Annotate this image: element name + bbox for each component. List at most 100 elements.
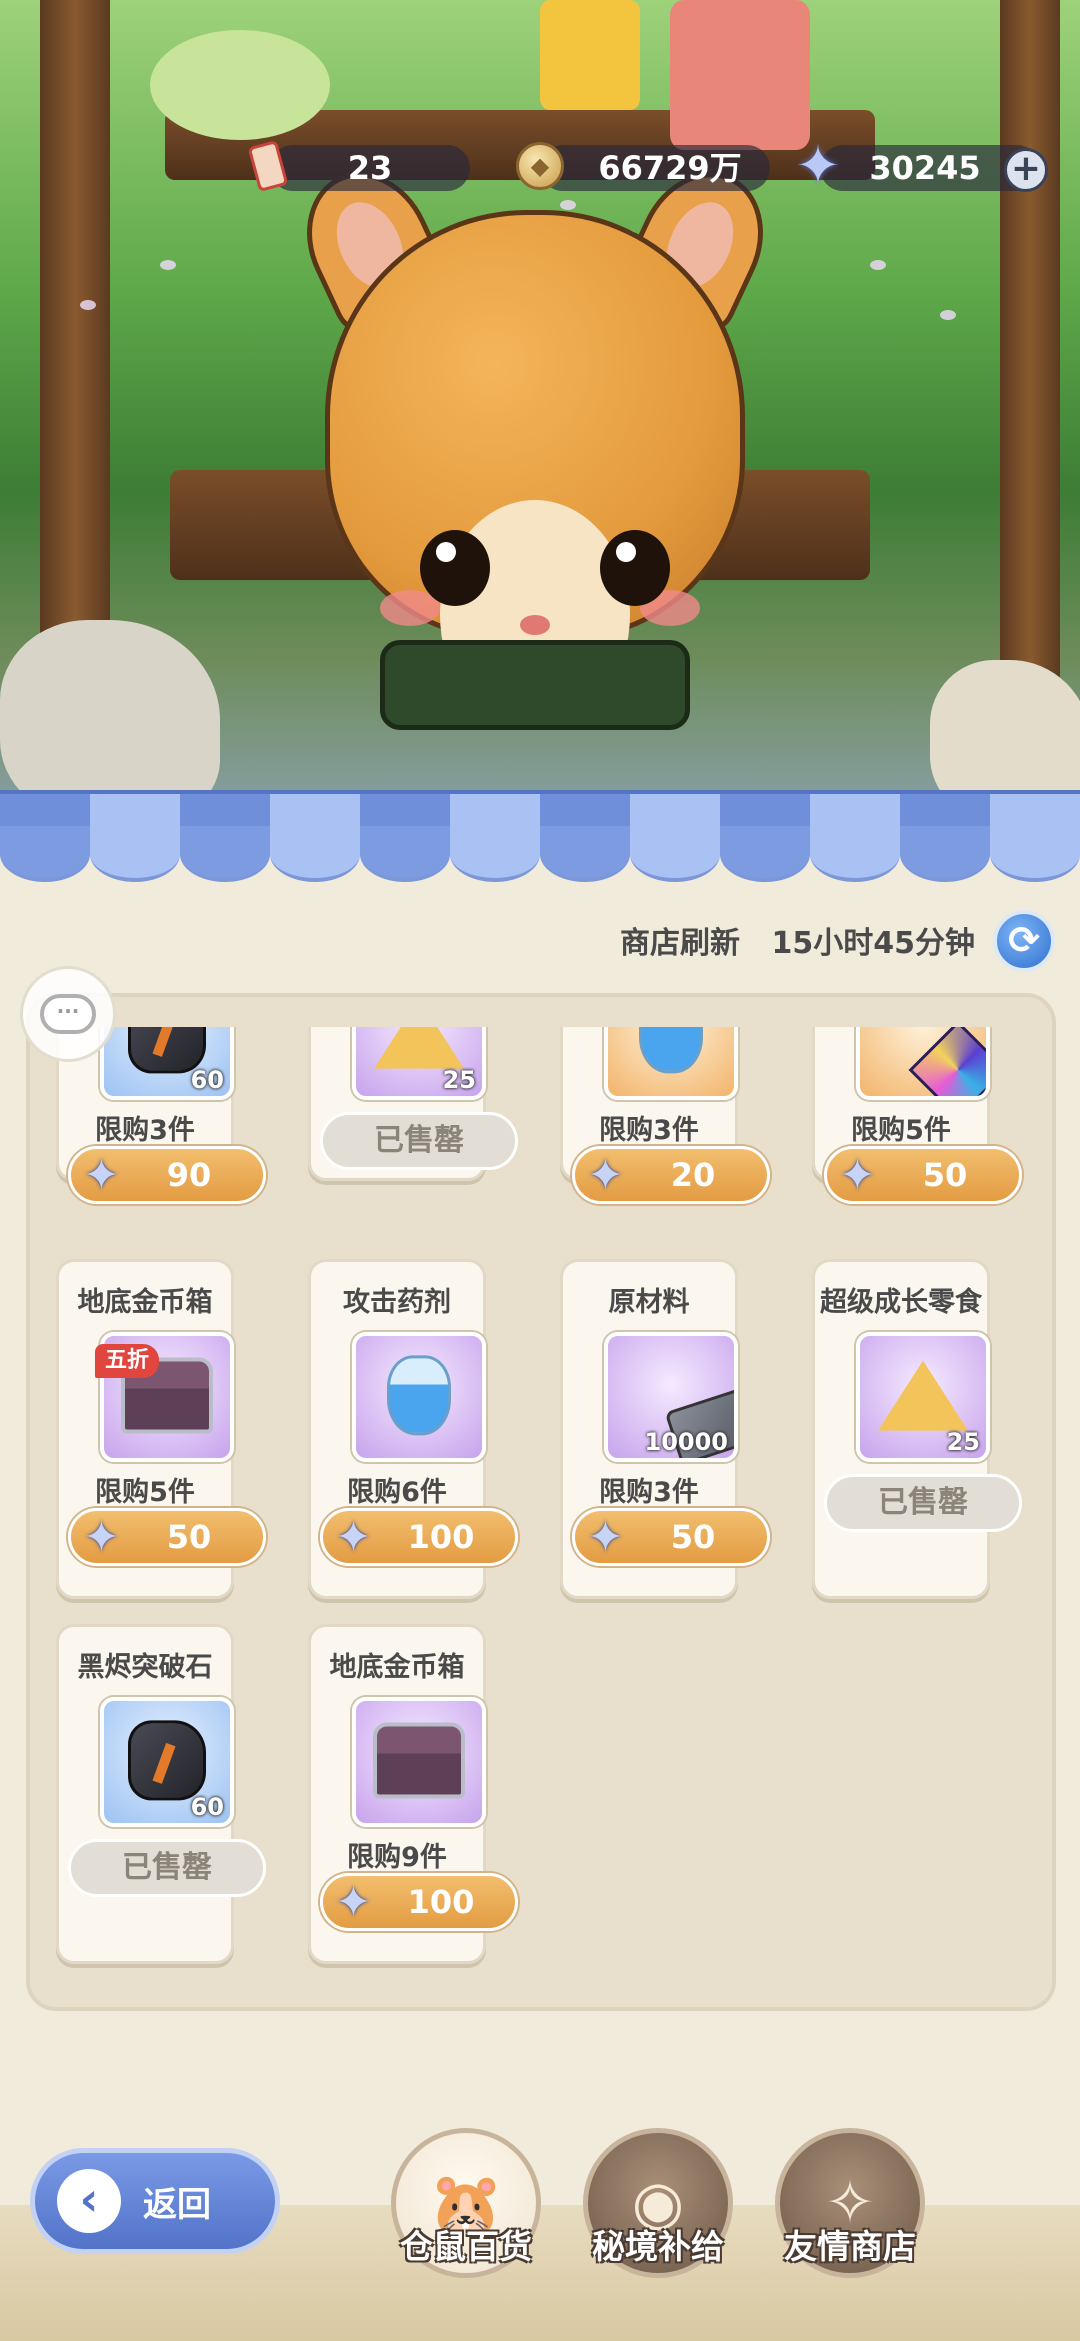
price-value: 20	[670, 1156, 716, 1194]
shop-item-card[interactable]: 黑烬突破石 60 已售罄	[56, 1624, 266, 1964]
price-value: 90	[166, 1156, 212, 1194]
tube-decoration	[670, 0, 810, 150]
plus-icon[interactable]: +	[1004, 148, 1048, 192]
buy-button[interactable]: ✦ 20	[572, 1146, 770, 1204]
chat-button[interactable]: ···	[20, 966, 116, 1062]
black-ore-icon	[128, 1720, 206, 1801]
back-label: 返回	[143, 2185, 211, 2225]
shop-item-card[interactable]: 地底金币箱限购9件 ✦ 100	[308, 1624, 518, 1964]
potion-icon	[639, 1027, 703, 1074]
item-thumbnail	[352, 1332, 486, 1462]
shop-item-card[interactable]: 攻击药剂限购6件 ✦ 100	[308, 1259, 518, 1599]
item-grid: 60 限购3件 ✦ 90 25 已售罄 限购3件 ✦ 20 限购5件 ✦ 50 地底金币箱 五折 限购5件 ✦…	[26, 993, 1056, 2011]
buy-button[interactable]: ✦ 90	[68, 1146, 266, 1204]
back-arrow-icon: ‹	[57, 2169, 121, 2233]
price-value: 100	[407, 1518, 475, 1556]
star-crystal-icon: ✦	[795, 134, 841, 197]
tab-secret-supply[interactable]: ◉ 秘境补给	[580, 2128, 736, 2324]
gold-amount: 66729万	[598, 149, 742, 187]
discount-badge: 五折	[95, 1344, 160, 1378]
ticket-counter: 23	[270, 145, 470, 191]
item-thumbnail: 25	[856, 1332, 990, 1462]
tab-friendship-shop[interactable]: ✧ 友情商店	[772, 2128, 928, 2324]
green-jar-decoration	[150, 30, 330, 140]
item-name: 地底金币箱	[77, 1287, 213, 1318]
ticket-count: 23	[347, 149, 393, 187]
cheese-icon	[374, 1027, 464, 1069]
gold-counter: 66729万	[540, 145, 770, 191]
purchase-limit: 限购5件	[851, 1115, 951, 1146]
item-quantity: 10000	[644, 1428, 729, 1456]
purchase-limit: 限购3件	[95, 1115, 195, 1146]
shop-item-card[interactable]: 限购3件 ✦ 20	[560, 1027, 770, 1204]
item-thumbnail	[352, 1697, 486, 1827]
item-name: 超级成长零食	[820, 1287, 982, 1318]
buy-button[interactable]: ✦ 50	[824, 1146, 1022, 1204]
hamster-shopkeeper	[283, 151, 787, 730]
star-amount: 30245	[869, 149, 981, 187]
item-thumbnail: 10000	[604, 1332, 738, 1462]
star-crystal-icon: ✦	[83, 1512, 120, 1563]
tab-label: 友情商店	[784, 2227, 916, 2266]
refresh-label: 商店刷新	[620, 926, 740, 961]
shop-item-card[interactable]: 限购5件 ✦ 50	[812, 1027, 1022, 1204]
ticket-icon	[240, 138, 296, 194]
potion-icon	[387, 1355, 451, 1436]
price-value: 50	[670, 1518, 716, 1556]
chat-bubble-icon: ···	[40, 994, 96, 1034]
shop-item-card[interactable]: 超级成长零食 25 已售罄	[812, 1259, 1022, 1599]
refresh-countdown: 15小时45分钟	[771, 926, 976, 961]
buy-button[interactable]: ✦ 100	[320, 1508, 518, 1566]
tab-label: 秘境补给	[592, 2227, 724, 2266]
back-button[interactable]: ‹ 返回	[30, 2148, 280, 2254]
tab-hamster-store[interactable]: 🐹 仓鼠百货	[388, 2128, 544, 2324]
shopkeeper-scene	[0, 0, 1080, 820]
item-name: 原材料	[608, 1287, 690, 1318]
cheese-icon	[878, 1360, 968, 1431]
price-value: 50	[166, 1518, 212, 1556]
item-name: 黑烬突破石	[77, 1652, 213, 1683]
purchase-limit: 限购9件	[347, 1842, 447, 1873]
sold-out-label: 已售罄	[68, 1839, 266, 1897]
buy-button[interactable]: ✦ 100	[320, 1873, 518, 1931]
buy-button[interactable]: ✦ 50	[572, 1508, 770, 1566]
item-name: 地底金币箱	[329, 1652, 465, 1683]
shop-awning	[0, 790, 1080, 890]
item-quantity: 60	[190, 1793, 224, 1821]
item-thumbnail: 60	[100, 1027, 234, 1100]
star-crystal-icon: ✦	[83, 1150, 120, 1201]
item-grid-scroll[interactable]: 60 限购3件 ✦ 90 25 已售罄 限购3件 ✦ 20 限购5件 ✦ 50 地底金币箱 五折 限购5件 ✦…	[30, 1027, 1052, 2007]
tab-label: 仓鼠百货	[400, 2227, 532, 2266]
buy-button[interactable]: ✦ 50	[68, 1508, 266, 1566]
sold-out-label: 已售罄	[824, 1474, 1022, 1532]
star-crystal-icon: ✦	[335, 1877, 372, 1928]
treasure-chest-icon	[373, 1722, 465, 1799]
star-crystal-icon: ✦	[839, 1150, 876, 1201]
star-crystal-icon: ✦	[587, 1512, 624, 1563]
item-name: 攻击药剂	[343, 1287, 451, 1318]
item-quantity: 60	[190, 1066, 224, 1094]
price-value: 50	[922, 1156, 968, 1194]
purchase-limit: 限购5件	[95, 1477, 195, 1508]
gold-coin-icon: ◆	[512, 138, 568, 194]
refresh-icon[interactable]: ⟳	[993, 910, 1055, 972]
star-crystal-icon: ✦	[335, 1512, 372, 1563]
star-crystal-icon: ✦	[587, 1150, 624, 1201]
purchase-limit: 限购6件	[347, 1477, 447, 1508]
item-quantity: 25	[442, 1066, 476, 1094]
item-thumbnail: 25	[352, 1027, 486, 1100]
item-thumbnail	[856, 1027, 990, 1100]
item-quantity: 25	[946, 1428, 980, 1456]
shop-item-card[interactable]: 原材料 10000 限购3件 ✦ 50	[560, 1259, 770, 1599]
sold-out-label: 已售罄	[320, 1112, 518, 1170]
item-thumbnail: 60	[100, 1697, 234, 1827]
purchase-limit: 限购3件	[599, 1115, 699, 1146]
shop-item-card[interactable]: 地底金币箱五折限购5件 ✦ 50	[56, 1259, 266, 1599]
gem-icon	[908, 1027, 986, 1096]
crystal-decoration	[540, 0, 640, 110]
price-value: 100	[407, 1883, 475, 1921]
tree-trunk	[1000, 0, 1060, 700]
purchase-limit: 限购3件	[599, 1477, 699, 1508]
shop-item-card[interactable]: 25 已售罄	[308, 1027, 518, 1181]
item-thumbnail	[604, 1027, 738, 1100]
